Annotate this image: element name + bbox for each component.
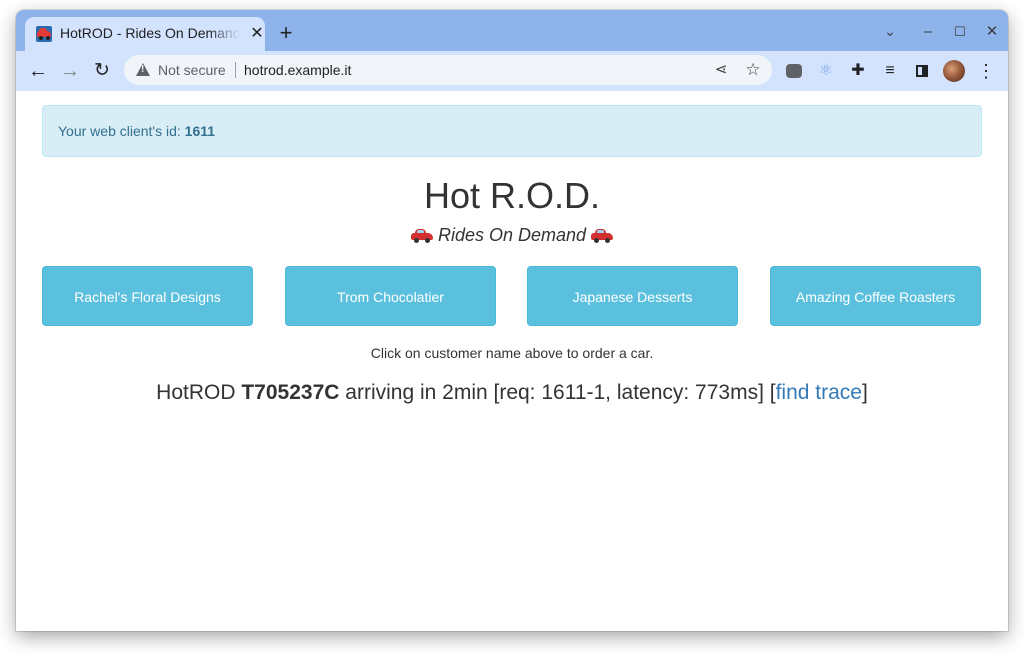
- url-text[interactable]: hotrod.example.it: [244, 62, 351, 78]
- client-id-value: 1611: [184, 123, 216, 139]
- find-trace-link[interactable]: find trace: [776, 381, 862, 404]
- status-details: arriving in 2min [req: 1611-1, latency: …: [339, 381, 776, 404]
- bookmark-star-icon[interactable]: ☆: [743, 60, 763, 80]
- browser-toolbar: ← → ↻ Not secure hotrod.example.it ⋖ ☆ ⚛…: [16, 51, 1008, 91]
- tab-title: HotROD - Rides On Demand: [60, 25, 240, 41]
- close-icon[interactable]: ✕: [247, 24, 267, 44]
- reload-icon[interactable]: ↻: [89, 58, 115, 84]
- back-arrow-icon[interactable]: ←: [25, 58, 51, 84]
- customer-button-japanese-desserts[interactable]: Japanese Desserts: [527, 266, 738, 326]
- car-id: T705237C: [241, 381, 340, 404]
- car-favicon-icon: [36, 26, 52, 42]
- minimize-icon[interactable]: –: [916, 22, 940, 42]
- client-id-label: Your web client's id:: [58, 123, 185, 139]
- customer-button-amazing-coffee-roasters[interactable]: Amazing Coffee Roasters: [770, 266, 981, 326]
- ride-status: HotROD T705237C arriving in 2min [req: 1…: [16, 381, 1008, 405]
- line-extension-icon[interactable]: [784, 61, 804, 81]
- media-control-icon[interactable]: ≡: [880, 61, 900, 81]
- profile-avatar[interactable]: [943, 60, 965, 82]
- share-icon[interactable]: ⋖: [711, 60, 731, 80]
- window-close-icon[interactable]: ✕: [980, 22, 1004, 42]
- kebab-menu-icon[interactable]: ⋮: [976, 61, 996, 81]
- car-icon: [410, 228, 433, 243]
- client-id-alert: Your web client's id: 1611: [42, 105, 982, 157]
- browser-window: HotROD - Rides On Demand ✕ + ⌄ – ☐ ✕ ← →…: [16, 10, 1008, 631]
- hotrod-page: Your web client's id: 1611 Hot R.O.D. Ri…: [16, 91, 1008, 631]
- address-bar[interactable]: Not secure hotrod.example.it ⋖ ☆: [124, 55, 772, 85]
- car-icon: [591, 228, 614, 243]
- customer-button-trom-chocolatier[interactable]: Trom Chocolatier: [285, 266, 496, 326]
- subtitle-text: Rides On Demand: [437, 225, 587, 245]
- status-suffix: ]: [861, 381, 868, 404]
- browser-tab[interactable]: HotROD - Rides On Demand ✕: [25, 17, 265, 51]
- side-panel-icon[interactable]: [912, 61, 932, 81]
- page-subtitle: Rides On Demand: [16, 225, 1008, 246]
- status-prefix: HotROD: [156, 381, 242, 404]
- customer-button-rachels-floral-designs[interactable]: Rachel's Floral Designs: [42, 266, 253, 326]
- forward-arrow-icon[interactable]: →: [57, 58, 83, 84]
- react-devtools-icon[interactable]: ⚛: [816, 61, 836, 81]
- security-label[interactable]: Not secure: [158, 62, 226, 78]
- omnibox-divider: [235, 62, 236, 78]
- tab-search-chevron-icon[interactable]: ⌄: [878, 21, 902, 41]
- order-hint: Click on customer name above to order a …: [370, 345, 654, 361]
- page-title: Hot R.O.D.: [423, 175, 601, 216]
- tab-strip: HotROD - Rides On Demand ✕ + ⌄ – ☐ ✕: [16, 10, 1008, 51]
- maximize-icon[interactable]: ☐: [948, 22, 972, 42]
- warning-icon[interactable]: [136, 63, 150, 76]
- puzzle-extensions-icon[interactable]: ✚: [848, 61, 868, 81]
- new-tab-plus-icon[interactable]: +: [274, 22, 298, 46]
